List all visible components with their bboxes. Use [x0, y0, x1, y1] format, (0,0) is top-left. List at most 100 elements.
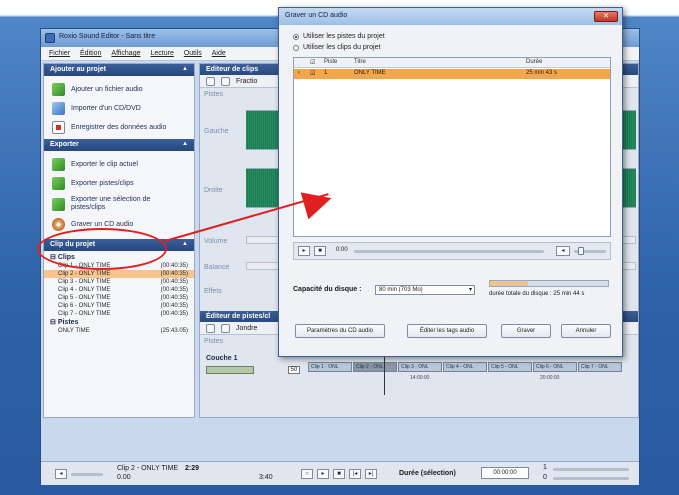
zoom-in-icon[interactable] [206, 323, 215, 333]
add-audio-file-link[interactable]: Ajouter un fichier audio [44, 80, 194, 99]
previous-icon[interactable]: |◂ [349, 469, 361, 479]
cd-import-icon [52, 102, 65, 115]
volume-icon[interactable]: ◂ [55, 469, 67, 479]
tree-clip-selected[interactable]: Clip 2 - ONLY TIME (00:40:35) [44, 270, 194, 278]
capacity-row: Capacité du disque : 80 min (703 Mo) ▾ d… [293, 278, 611, 302]
clip-name: Clip 4 - ONLY TIME [58, 287, 111, 293]
timeline-clip[interactable]: Clip 1 - ONL [308, 362, 352, 372]
menu-fichier[interactable]: Fichier [49, 50, 70, 60]
cell-track: 1 [324, 70, 328, 76]
radio-icon[interactable] [293, 44, 299, 51]
play-icon[interactable]: ▸ [317, 469, 329, 479]
volume-slider[interactable] [71, 473, 103, 476]
menu-aide[interactable]: Aide [212, 50, 226, 60]
edit-tags-button[interactable]: Éditer les tags audio [407, 324, 487, 338]
zoom-slider-top[interactable] [553, 468, 629, 471]
player-time: 0:00 [336, 247, 348, 253]
burn-button[interactable]: Graver [501, 324, 551, 338]
task-label: Ajouter un fichier audio [71, 86, 143, 93]
burn-cd-dialog: Graver un CD audio ✕ Utiliser les pistes… [278, 7, 623, 357]
column-title[interactable]: Titre [354, 59, 366, 65]
next-icon[interactable]: ▸| [365, 469, 377, 479]
timeline-clip[interactable]: Clip 4 - ONL [443, 362, 487, 372]
status-clip-name: Clip 2 - ONLY TIME [117, 465, 179, 472]
task-label: Importer d'un CD/DVD [71, 105, 141, 112]
zoom-slider-bottom[interactable] [553, 477, 629, 480]
table-row[interactable]: ‹ ☑ 1 ONLY TIME 25 min 43 s [294, 69, 610, 79]
collapse-icon: ▲ [182, 241, 188, 247]
tree-clip[interactable]: Clip 7 - ONLY TIME (00:40:35) [44, 310, 194, 318]
tree-clip[interactable]: Clip 3 - ONLY TIME (00:40:35) [44, 278, 194, 286]
loop-icon[interactable]: ○ [301, 469, 313, 479]
layer-volume-value[interactable]: 50 [288, 366, 300, 374]
cancel-button[interactable]: Annuler [561, 324, 611, 338]
menu-lecture[interactable]: Lecture [150, 50, 173, 60]
track-tool-label[interactable]: Jondre [236, 325, 257, 332]
tree-group-tracks[interactable]: ⊟ Pistes [44, 318, 194, 327]
track-listbox: ☑ Piste Titre Durée ‹ ☑ 1 ONLY TIME 25 m… [293, 57, 611, 237]
section-title: Exporter [50, 141, 79, 148]
track-name-label: Droite [204, 187, 223, 194]
track-name-label: Volume [204, 238, 228, 245]
add-to-project-header[interactable]: Ajouter au projet ▲ [44, 64, 194, 76]
chevron-down-icon: ▾ [468, 287, 472, 293]
timeline-clip[interactable]: Clip 7 - ONL [578, 362, 622, 372]
add-file-icon [52, 83, 65, 96]
radio-selected-icon[interactable] [293, 33, 299, 40]
clip-time: (00:40:35) [160, 303, 188, 309]
status-total: 3:40 [259, 474, 273, 481]
clip-time: (00:40:35) [160, 271, 188, 277]
tree-clip[interactable]: Clip 6 - ONLY TIME (00:40:35) [44, 302, 194, 310]
playhead[interactable] [384, 355, 385, 395]
disc-usage-bar [489, 280, 609, 287]
tree-clip[interactable]: Clip 4 - ONLY TIME (00:40:35) [44, 286, 194, 294]
play-icon[interactable]: ▸ [298, 246, 310, 256]
transport-bar: ◂ Clip 2 - ONLY TIME 2:29 0.00 3:40 ○ ▸ … [41, 461, 639, 485]
disc-usage-fill [490, 281, 528, 286]
stop-icon[interactable]: ■ [314, 246, 326, 256]
task-label: Exporter pistes/clips [71, 180, 134, 187]
ruler-tick: 14:00:00 [410, 375, 430, 381]
stop-icon[interactable]: ■ [333, 469, 345, 479]
speaker-icon[interactable]: ◂ [556, 246, 570, 256]
checkbox-header-icon[interactable]: ☑ [310, 59, 315, 66]
tree-clip[interactable]: Clip 5 - ONLY TIME (00:40:35) [44, 294, 194, 302]
cd-settings-button[interactable]: Paramètres du CD audio [295, 324, 385, 338]
tree-minus-icon: ⊟ [50, 319, 58, 326]
menu-outils[interactable]: Outils [184, 50, 202, 60]
export-selection-link[interactable]: Exporter une sélection de pistes/clips [44, 193, 194, 215]
column-track[interactable]: Piste [324, 59, 337, 65]
capacity-value: 80 min (703 Mo) [379, 287, 423, 293]
radio-label: Utiliser les clips du projet [303, 44, 381, 51]
list-header: ☑ Piste Titre Durée [294, 58, 610, 68]
use-project-clips-option[interactable]: Utiliser les clips du projet [279, 42, 622, 53]
timeline-clip[interactable]: Clip 6 - ONL [533, 362, 577, 372]
collapse-icon: ▲ [182, 141, 188, 147]
seek-slider[interactable] [354, 250, 544, 253]
timeline-clip-selected[interactable]: Clip 2 - ONL [353, 362, 397, 372]
export-header[interactable]: Exporter ▲ [44, 139, 194, 151]
menu-edition[interactable]: Édition [80, 50, 101, 60]
timeline-clip[interactable]: Clip 5 - ONL [488, 362, 532, 372]
duration-label: Durée (sélection) [399, 470, 456, 477]
timeline-clip[interactable]: Clip 3 - ONL [398, 362, 442, 372]
tree-track[interactable]: ONLY TIME (25:43.05) [44, 327, 194, 335]
import-cd-link[interactable]: Importer d'un CD/DVD [44, 99, 194, 118]
use-project-tracks-option[interactable]: Utiliser les pistes du projet [279, 31, 622, 42]
zoom-out-icon[interactable] [221, 323, 230, 333]
column-duration[interactable]: Durée [526, 59, 542, 65]
row-checkbox-icon[interactable]: ☑ [310, 70, 315, 77]
menu-affichage[interactable]: Affichage [111, 50, 140, 60]
total-duration-text: durée totale du disque : 25 min 44 s [489, 291, 585, 297]
clip-name: Clip 5 - ONLY TIME [58, 295, 111, 301]
zoom-in-icon[interactable] [206, 76, 215, 86]
volume-knob[interactable] [578, 247, 584, 255]
record-audio-link[interactable]: Enregistrer des données audio [44, 118, 194, 137]
export-current-clip-link[interactable]: Exporter le clip actuel [44, 155, 194, 174]
layer-controls[interactable] [206, 366, 254, 374]
clip-tool-label[interactable]: Fractio [236, 78, 257, 85]
export-tracks-clips-link[interactable]: Exporter pistes/clips [44, 174, 194, 193]
close-icon[interactable]: ✕ [594, 11, 618, 22]
capacity-select[interactable]: 80 min (703 Mo) ▾ [375, 285, 475, 295]
zoom-out-icon[interactable] [221, 76, 230, 86]
